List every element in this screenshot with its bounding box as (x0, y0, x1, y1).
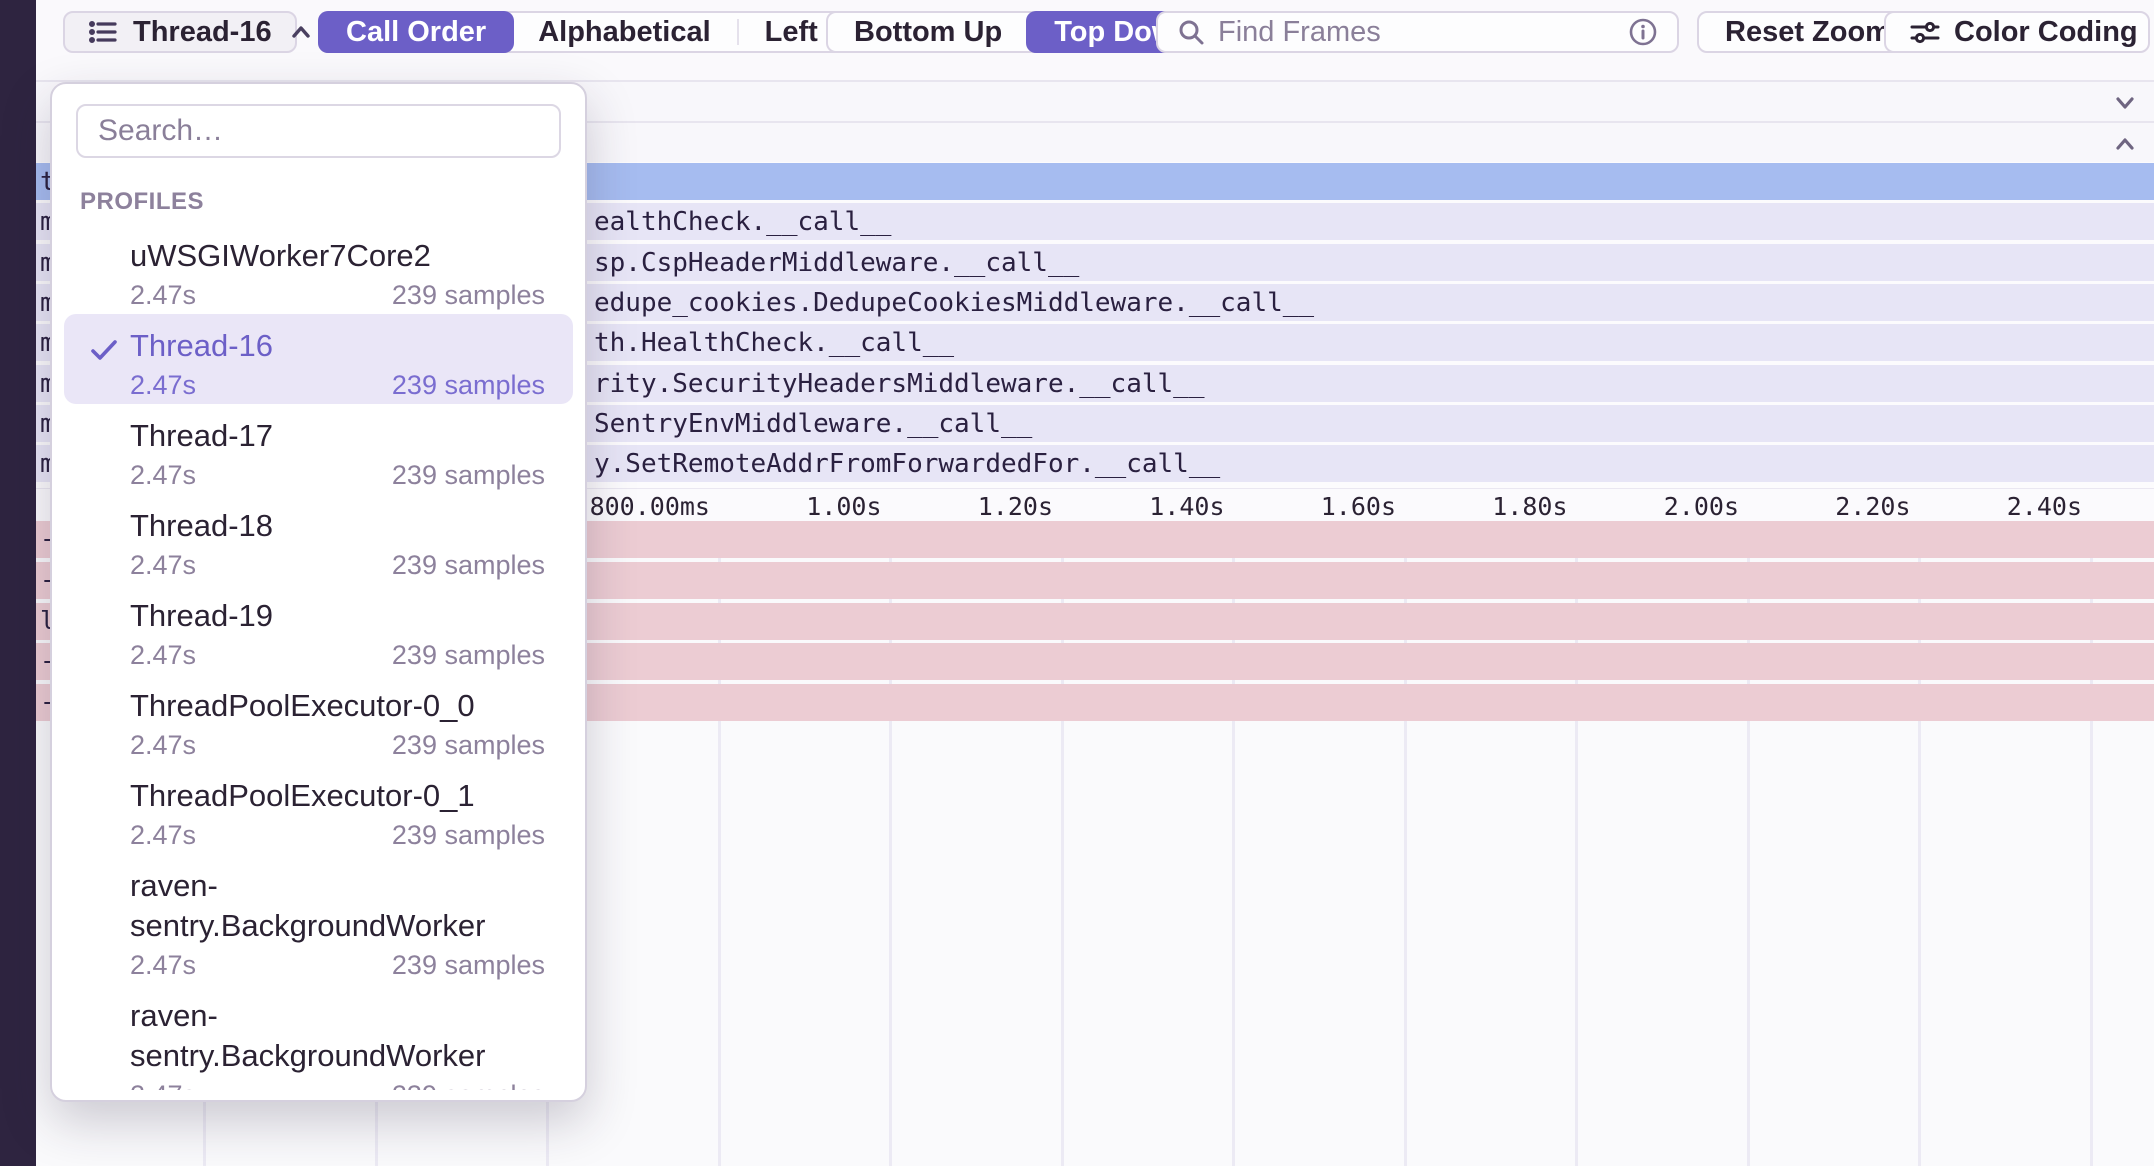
profile-name: Thread-16 (130, 326, 545, 366)
sort-option-call-order[interactable]: Call Order (318, 11, 514, 53)
color-coding-button[interactable]: Color Coding (1884, 11, 2150, 53)
profile-item-6[interactable]: ThreadPoolExecutor-0_12.47s 239 samples (64, 764, 573, 854)
flame-row-label: y.SetRemoteAddrFromForwardedFor.__call__ (594, 449, 1220, 479)
axis-tick-label: 2.00s (1664, 492, 1739, 521)
axis-tick-label: 2.20s (1835, 492, 1910, 521)
profile-meta: 2.47s 239 samples (130, 816, 545, 854)
chevron-up-icon (286, 17, 316, 47)
flame-row-label: SentryEnvMiddleware.__call__ (594, 409, 1032, 439)
axis-tick-label: 1.40s (1149, 492, 1224, 521)
profile-item-4[interactable]: Thread-192.47s 239 samples (64, 584, 573, 674)
profile-item-5[interactable]: ThreadPoolExecutor-0_02.47s 239 samples (64, 674, 573, 764)
axis-tick-label: 800.00ms (590, 492, 710, 521)
profile-meta: 2.47s 239 samples (130, 636, 545, 674)
profile-meta: 2.47s 239 samples (130, 366, 545, 404)
profile-name: uWSGIWorker7Core2 (130, 236, 545, 276)
profile-item-8[interactable]: raven-sentry.BackgroundWorker2.47s 239 sa… (64, 984, 573, 1090)
thread-selector-label: Thread-16 (133, 16, 272, 49)
flame-row-label: rity.SecurityHeadersMiddleware.__call__ (594, 369, 1204, 399)
search-icon (1176, 17, 1206, 47)
profile-duration: 2.47s (130, 456, 196, 494)
axis-tick-label: 1.20s (978, 492, 1053, 521)
profile-name: Thread-17 (130, 416, 545, 456)
profile-name: ThreadPoolExecutor-0_0 (130, 686, 545, 726)
profile-name: Thread-19 (130, 596, 545, 636)
info-icon[interactable] (1627, 16, 1659, 48)
profile-meta: 2.47s 239 samples (130, 546, 545, 584)
checkmark-icon (86, 332, 122, 368)
profile-name: raven-sentry.BackgroundWorker (130, 866, 545, 946)
profile-samples: 239 samples (392, 1076, 545, 1090)
profile-duration: 2.47s (130, 946, 196, 984)
profile-samples: 239 samples (392, 546, 545, 584)
flame-row-label: th.HealthCheck.__call__ (594, 328, 954, 358)
profile-samples: 239 samples (392, 816, 545, 854)
profile-name: ThreadPoolExecutor-0_1 (130, 776, 545, 816)
axis-tick-label: 1.00s (806, 492, 881, 521)
profile-item-1[interactable]: Thread-162.47s 239 samples (64, 314, 573, 404)
profile-item-7[interactable]: raven-sentry.BackgroundWorker2.47s 239 sa… (64, 854, 573, 984)
profile-duration: 2.47s (130, 726, 196, 764)
profile-duration: 2.47s (130, 816, 196, 854)
axis-tick-label: 2.40s (2007, 492, 2082, 521)
profile-name: raven-sentry.BackgroundWorker (130, 996, 545, 1076)
profile-samples: 239 samples (392, 726, 545, 764)
profile-item-2[interactable]: Thread-172.47s 239 samples (64, 404, 573, 494)
profile-duration: 2.47s (130, 366, 196, 404)
find-frames-placeholder: Find Frames (1218, 16, 1615, 49)
chevron-up-icon[interactable] (2110, 129, 2140, 159)
thread-selector-button[interactable]: Thread-16 (63, 11, 297, 53)
toolbar: Thread-16 Call OrderAlphabeticalLeft Hea… (36, 0, 2154, 80)
profile-duration: 2.47s (130, 1076, 196, 1090)
profiles-section-label: PROFILES (80, 188, 557, 216)
color-coding-label: Color Coding (1954, 16, 2138, 49)
flame-row-label: edupe_cookies.DedupeCookiesMiddleware.__… (594, 288, 1314, 318)
profile-samples: 239 samples (392, 636, 545, 674)
flame-row-label: ealthCheck.__call__ (594, 207, 891, 237)
axis-tick-label: 1.60s (1321, 492, 1396, 521)
profile-duration: 2.47s (130, 276, 196, 314)
direction-option-bottom-up[interactable]: Bottom Up (828, 13, 1028, 51)
profile-list: uWSGIWorker7Core22.47s239 samplesThread-… (52, 224, 585, 1090)
chevron-down-icon[interactable] (2110, 88, 2140, 118)
profile-meta: 2.47s 239 samples (130, 726, 545, 764)
profile-item-3[interactable]: Thread-182.47s 239 samples (64, 494, 573, 584)
axis-tick-label: 1.80s (1492, 492, 1567, 521)
chevron-down-icon (2150, 17, 2154, 47)
left-nav-strip (0, 0, 36, 1166)
profile-duration: 2.47s (130, 636, 196, 674)
profile-samples: 239 samples (392, 276, 545, 314)
list-icon (87, 16, 119, 48)
profile-meta: 2.47s 239 samples (130, 276, 545, 314)
profile-meta: 2.47s 239 samples (130, 1076, 545, 1090)
dropdown-search-placeholder: Search… (98, 114, 223, 148)
reset-zoom-label: Reset Zoom (1725, 16, 1891, 49)
profile-samples: 239 samples (392, 946, 545, 984)
profile-name: Thread-18 (130, 506, 545, 546)
profile-meta: 2.47s 239 samples (130, 456, 545, 494)
profile-samples: 239 samples (392, 456, 545, 494)
profile-duration: 2.47s (130, 546, 196, 584)
flame-row-label: sp.CspHeaderMiddleware.__call__ (594, 248, 1079, 278)
profile-item-0[interactable]: uWSGIWorker7Core22.47s 239 samples (64, 224, 573, 314)
sliders-icon (1908, 17, 1942, 47)
sort-option-alphabetical[interactable]: Alphabetical (512, 13, 736, 51)
profile-meta: 2.47s 239 samples (130, 946, 545, 984)
thread-dropdown-panel: Search… PROFILES uWSGIWorker7Core22.47s2… (50, 82, 587, 1102)
find-frames-input[interactable]: Find Frames (1156, 11, 1679, 53)
dropdown-search-input[interactable]: Search… (76, 104, 561, 158)
profile-samples: 239 samples (392, 366, 545, 404)
